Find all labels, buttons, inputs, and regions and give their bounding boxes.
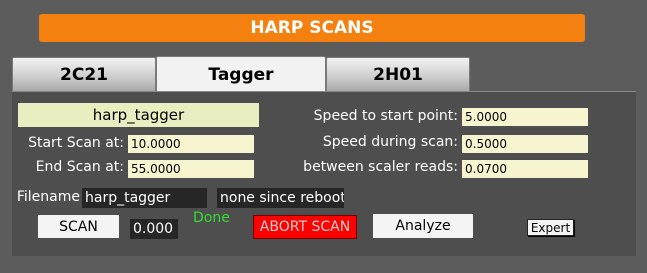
- harp-scans-window: HARP SCANS 2C21 Tagger 2H01 harp_tagger …: [0, 0, 647, 273]
- scaler-time-input[interactable]: 0.0700: [462, 160, 588, 178]
- filename-status: none since reboot: [217, 188, 344, 208]
- speed-start-input[interactable]: 5.0000: [462, 108, 588, 126]
- end-scan-label: End Scan at:: [35, 159, 124, 175]
- expert-button[interactable]: Expert: [527, 219, 574, 236]
- filename-label: Filename: [16, 189, 80, 205]
- speed-start-label: Speed to start point:: [313, 108, 458, 124]
- tab-2c21[interactable]: 2C21: [12, 57, 156, 91]
- tab-label: 2C21: [60, 64, 108, 85]
- filename-input[interactable]: harp_tagger: [82, 188, 207, 208]
- scaler-time-label: Time between scaler reads:: [300, 159, 458, 175]
- abort-scan-button[interactable]: ABORT SCAN: [253, 215, 357, 239]
- start-scan-input[interactable]: 10.0000: [128, 135, 254, 153]
- scan-readout: 0.000: [130, 219, 178, 239]
- tab-tagger[interactable]: Tagger: [156, 56, 326, 92]
- analyze-button[interactable]: Analyze: [373, 214, 473, 238]
- start-scan-label: Start Scan at:: [28, 135, 124, 151]
- window-title: HARP SCANS: [39, 14, 585, 42]
- tab-label: Tagger: [208, 64, 274, 85]
- harp-name-label: harp_tagger: [18, 103, 259, 127]
- speed-during-label: Speed during scan:: [322, 134, 458, 150]
- end-scan-input[interactable]: 55.0000: [128, 160, 254, 178]
- scan-button[interactable]: SCAN: [38, 215, 119, 238]
- tab-label: 2H01: [373, 64, 423, 85]
- tab-2h01[interactable]: 2H01: [326, 57, 470, 91]
- status-done: Done: [193, 210, 230, 226]
- speed-during-input[interactable]: 0.5000: [462, 135, 588, 153]
